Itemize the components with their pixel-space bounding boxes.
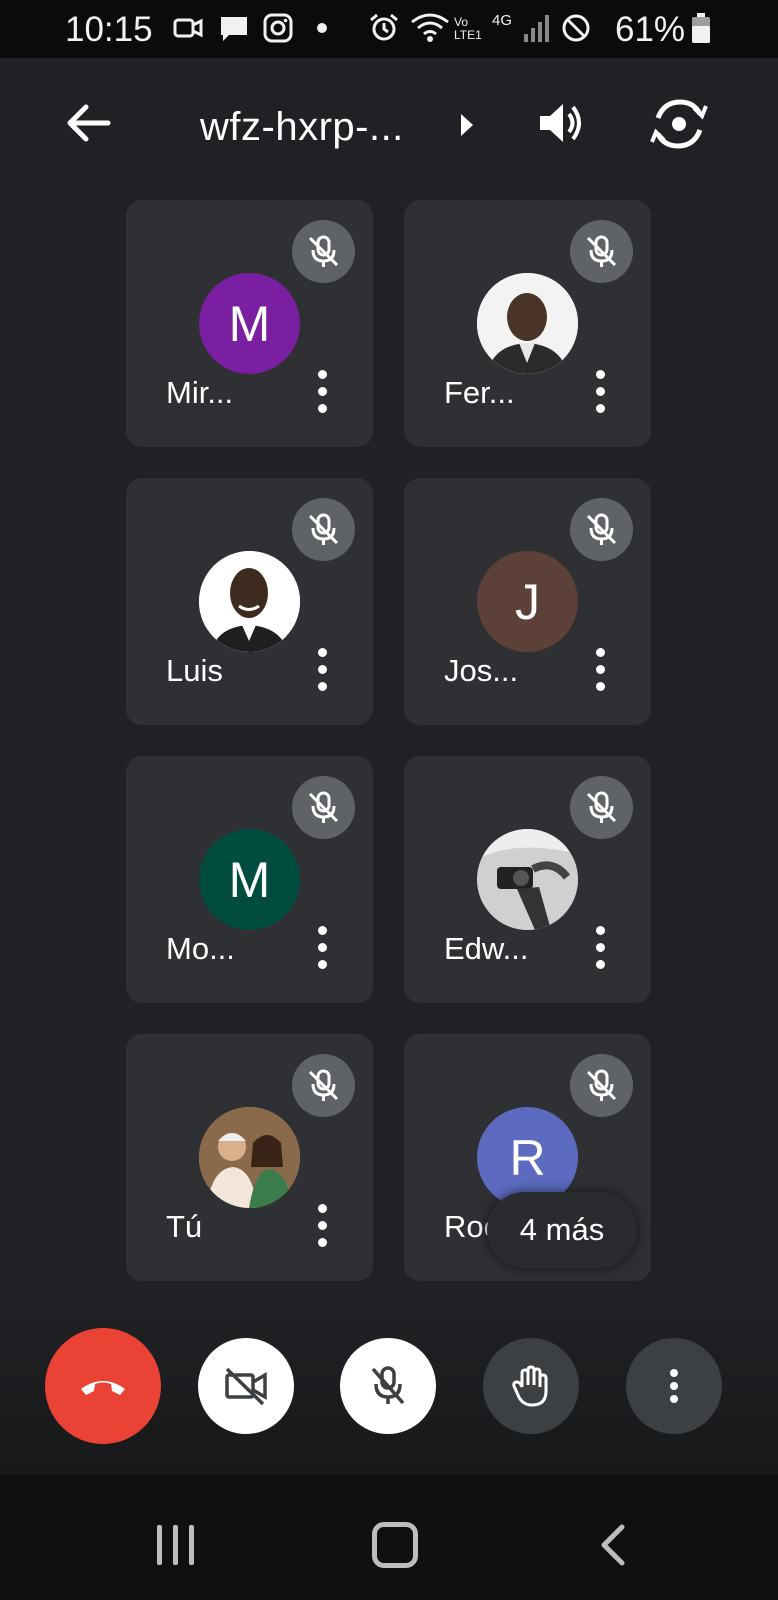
message-icon (221, 17, 247, 41)
mic-off-badge (292, 776, 355, 839)
avatar-photo (199, 551, 300, 652)
more-vert-icon[interactable] (587, 648, 613, 692)
avatar: M (199, 829, 300, 930)
mic-off-icon (586, 235, 617, 267)
participant-tile[interactable]: M Mir... (126, 200, 373, 447)
switch-camera-icon[interactable] (650, 96, 708, 152)
more-vert-icon[interactable] (587, 926, 613, 970)
instagram-icon (263, 13, 293, 43)
mic-off-icon (586, 1069, 617, 1101)
system-nav-bar (0, 1475, 778, 1600)
block-icon (562, 14, 590, 42)
network-text: Vo LTE1 (454, 15, 482, 42)
more-vert-icon[interactable] (309, 1204, 335, 1248)
raise-hand-icon (512, 1365, 548, 1407)
meeting-code[interactable]: wfz-hxrp-... (200, 105, 404, 150)
participant-name: Mir... (166, 375, 234, 410)
avatar: M (199, 273, 300, 374)
avatar: J (477, 551, 578, 652)
avatar-photo (477, 829, 578, 930)
speaker-icon[interactable] (535, 98, 585, 148)
person-photo-icon (199, 551, 300, 652)
avatar-initial: M (228, 851, 271, 908)
participant-tile[interactable]: M Mo... (126, 756, 373, 1003)
two-women-photo-icon (199, 1107, 300, 1208)
more-vert-icon[interactable] (309, 370, 335, 414)
mic-toggle-button[interactable] (340, 1338, 436, 1434)
more-participants-button[interactable]: 4 más (487, 1192, 637, 1268)
mic-off-badge (292, 498, 355, 561)
status-bar: 10:15 Vo LTE1 4G 61% (0, 0, 778, 58)
caret-right-icon[interactable] (457, 112, 477, 138)
wifi-icon (411, 13, 449, 42)
mic-off-icon (308, 791, 339, 823)
mic-off-badge (570, 776, 633, 839)
participant-tile[interactable]: Luis (126, 478, 373, 725)
mic-off-icon (308, 235, 339, 267)
end-call-button[interactable] (45, 1328, 161, 1444)
person-photo-icon (477, 273, 578, 374)
mic-off-badge (570, 498, 633, 561)
participant-name: Luis (166, 653, 223, 688)
participant-tile[interactable]: J Jos... (404, 478, 651, 725)
camera-toggle-button[interactable] (198, 1338, 294, 1434)
participant-name: Jos... (444, 653, 519, 688)
more-vert-icon[interactable] (587, 370, 613, 414)
raise-hand-button[interactable] (483, 1338, 579, 1434)
alarm-icon (370, 13, 398, 41)
participant-name: Mo... (166, 931, 235, 966)
more-vert-icon[interactable] (309, 648, 335, 692)
photographer-photo-icon (477, 829, 578, 930)
status-time: 10:15 (65, 10, 153, 49)
back-icon[interactable] (598, 1523, 628, 1567)
participant-name: Fer... (444, 375, 515, 410)
avatar-initial: R (509, 1129, 546, 1186)
mic-off-badge (570, 220, 633, 283)
camera-off-icon (225, 1367, 267, 1406)
mic-off-icon (371, 1366, 405, 1405)
avatar-photo (477, 273, 578, 374)
dot-icon (317, 23, 327, 33)
mic-off-badge (292, 1054, 355, 1117)
meeting-header: wfz-hxrp-... (0, 58, 778, 198)
avatar-initial: J (515, 573, 540, 630)
home-icon[interactable] (372, 1522, 418, 1568)
participant-name: Tú (166, 1209, 203, 1244)
participant-name: Edw... (444, 931, 529, 966)
participant-tile[interactable]: Edw... (404, 756, 651, 1003)
network-type: 4G (492, 12, 513, 29)
more-vert-icon[interactable] (309, 926, 335, 970)
mic-off-icon (308, 513, 339, 545)
battery-percent: 61% (615, 10, 686, 49)
video-icon (173, 18, 203, 38)
call-controls (0, 1310, 778, 1475)
hang-up-icon (81, 1381, 125, 1395)
mic-off-icon (586, 513, 617, 545)
mic-off-badge (570, 1054, 633, 1117)
more-options-button[interactable] (626, 1338, 722, 1434)
mic-off-icon (308, 1069, 339, 1101)
more-vert-icon (670, 1369, 678, 1403)
signal-icon (524, 15, 549, 42)
participant-tile[interactable]: Fer... (404, 200, 651, 447)
avatar-initial: M (228, 295, 271, 352)
mic-off-icon (586, 791, 617, 823)
recents-icon[interactable] (155, 1525, 197, 1565)
back-arrow-icon[interactable] (60, 98, 120, 148)
participant-tile-self[interactable]: Tú (126, 1034, 373, 1281)
avatar-photo (199, 1107, 300, 1208)
mic-off-badge (292, 220, 355, 283)
battery-icon (692, 13, 710, 43)
